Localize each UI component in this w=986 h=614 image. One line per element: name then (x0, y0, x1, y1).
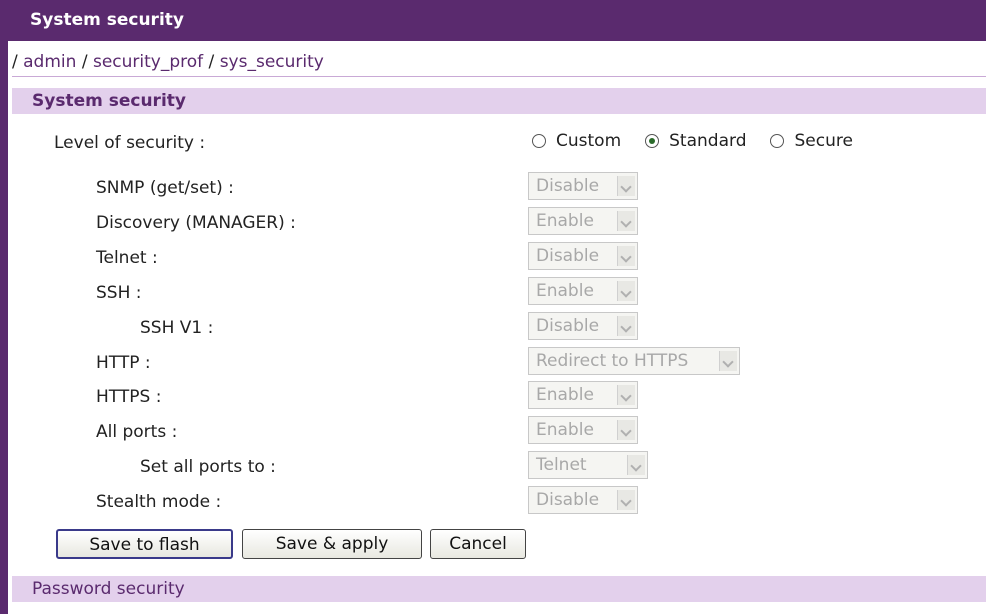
http-select[interactable]: Redirect to HTTPS (528, 347, 740, 375)
chevron-down-icon (617, 176, 635, 196)
setting-label-all-ports: All ports : (96, 422, 178, 442)
chevron-down-icon (617, 490, 635, 510)
http-select-value: Redirect to HTTPS (536, 351, 689, 371)
setting-label-telnet: Telnet : (96, 248, 158, 268)
https-select-value: Enable (536, 385, 594, 405)
security-level-label: Level of security : (54, 133, 206, 153)
chevron-down-icon (617, 420, 635, 440)
system-security-page: System security / admin / security_prof … (0, 0, 986, 614)
chevron-down-icon (617, 281, 635, 301)
breadcrumb: / admin / security_prof / sys_security (12, 52, 324, 76)
chevron-down-icon (719, 351, 737, 371)
security-level-radio-group: Custom Standard Secure (532, 131, 877, 151)
chevron-down-icon (627, 455, 645, 475)
radio-secure[interactable]: Secure (770, 131, 853, 151)
set-all-ports-select[interactable]: Telnet (528, 451, 648, 479)
chevron-down-icon (617, 385, 635, 405)
setting-label-https: HTTPS : (96, 387, 162, 407)
radio-standard-button[interactable] (645, 134, 660, 148)
radio-secure-label: Secure (794, 131, 853, 151)
setting-label-http: HTTP : (96, 353, 151, 373)
radio-standard-label: Standard (669, 131, 747, 151)
snmp-select-value: Disable (536, 176, 600, 196)
ssh-v1-select[interactable]: Disable (528, 312, 638, 340)
stealth-mode-select-value: Disable (536, 490, 600, 510)
all-ports-select[interactable]: Enable (528, 416, 638, 444)
breadcrumb-security-prof[interactable]: security_prof (93, 52, 203, 72)
ssh-select[interactable]: Enable (528, 277, 638, 305)
save-and-apply-button[interactable]: Save & apply (242, 529, 422, 559)
section-header-system-security: System security (12, 88, 986, 114)
discovery-select[interactable]: Enable (528, 207, 638, 235)
setting-label-snmp: SNMP (get/set) : (96, 178, 234, 198)
breadcrumb-divider (12, 76, 986, 77)
setting-label-discovery: Discovery (MANAGER) : (96, 213, 296, 233)
all-ports-select-value: Enable (536, 420, 594, 440)
telnet-select[interactable]: Disable (528, 242, 638, 270)
chevron-down-icon (617, 211, 635, 231)
radio-secure-button[interactable] (770, 134, 785, 148)
breadcrumb-sys-security[interactable]: sys_security (220, 52, 324, 72)
radio-standard[interactable]: Standard (645, 131, 746, 151)
set-all-ports-select-value: Telnet (536, 455, 587, 475)
setting-label-ssh: SSH : (96, 283, 142, 303)
breadcrumb-separator: / (208, 52, 215, 72)
cancel-button[interactable]: Cancel (430, 529, 526, 559)
discovery-select-value: Enable (536, 211, 594, 231)
setting-label-set-all-ports: Set all ports to : (140, 457, 276, 477)
ssh-select-value: Enable (536, 281, 594, 301)
telnet-select-value: Disable (536, 246, 600, 266)
breadcrumb-separator: / (12, 52, 18, 72)
chevron-down-icon (617, 316, 635, 336)
setting-label-ssh-v1: SSH V1 : (140, 318, 214, 338)
setting-label-stealth-mode: Stealth mode : (96, 492, 222, 512)
left-border (0, 0, 8, 614)
chevron-down-icon (617, 246, 635, 266)
radio-custom-button[interactable] (532, 134, 546, 148)
window-title: System security (8, 0, 986, 41)
radio-custom-label: Custom (556, 131, 622, 151)
snmp-select[interactable]: Disable (528, 172, 638, 200)
radio-custom[interactable]: Custom (532, 131, 621, 151)
breadcrumb-admin[interactable]: admin (23, 52, 76, 72)
stealth-mode-select[interactable]: Disable (528, 486, 638, 514)
ssh-v1-select-value: Disable (536, 316, 600, 336)
section-header-password-security[interactable]: Password security (12, 576, 986, 602)
breadcrumb-separator: / (81, 52, 88, 72)
https-select[interactable]: Enable (528, 381, 638, 409)
save-to-flash-button[interactable]: Save to flash (56, 529, 233, 559)
